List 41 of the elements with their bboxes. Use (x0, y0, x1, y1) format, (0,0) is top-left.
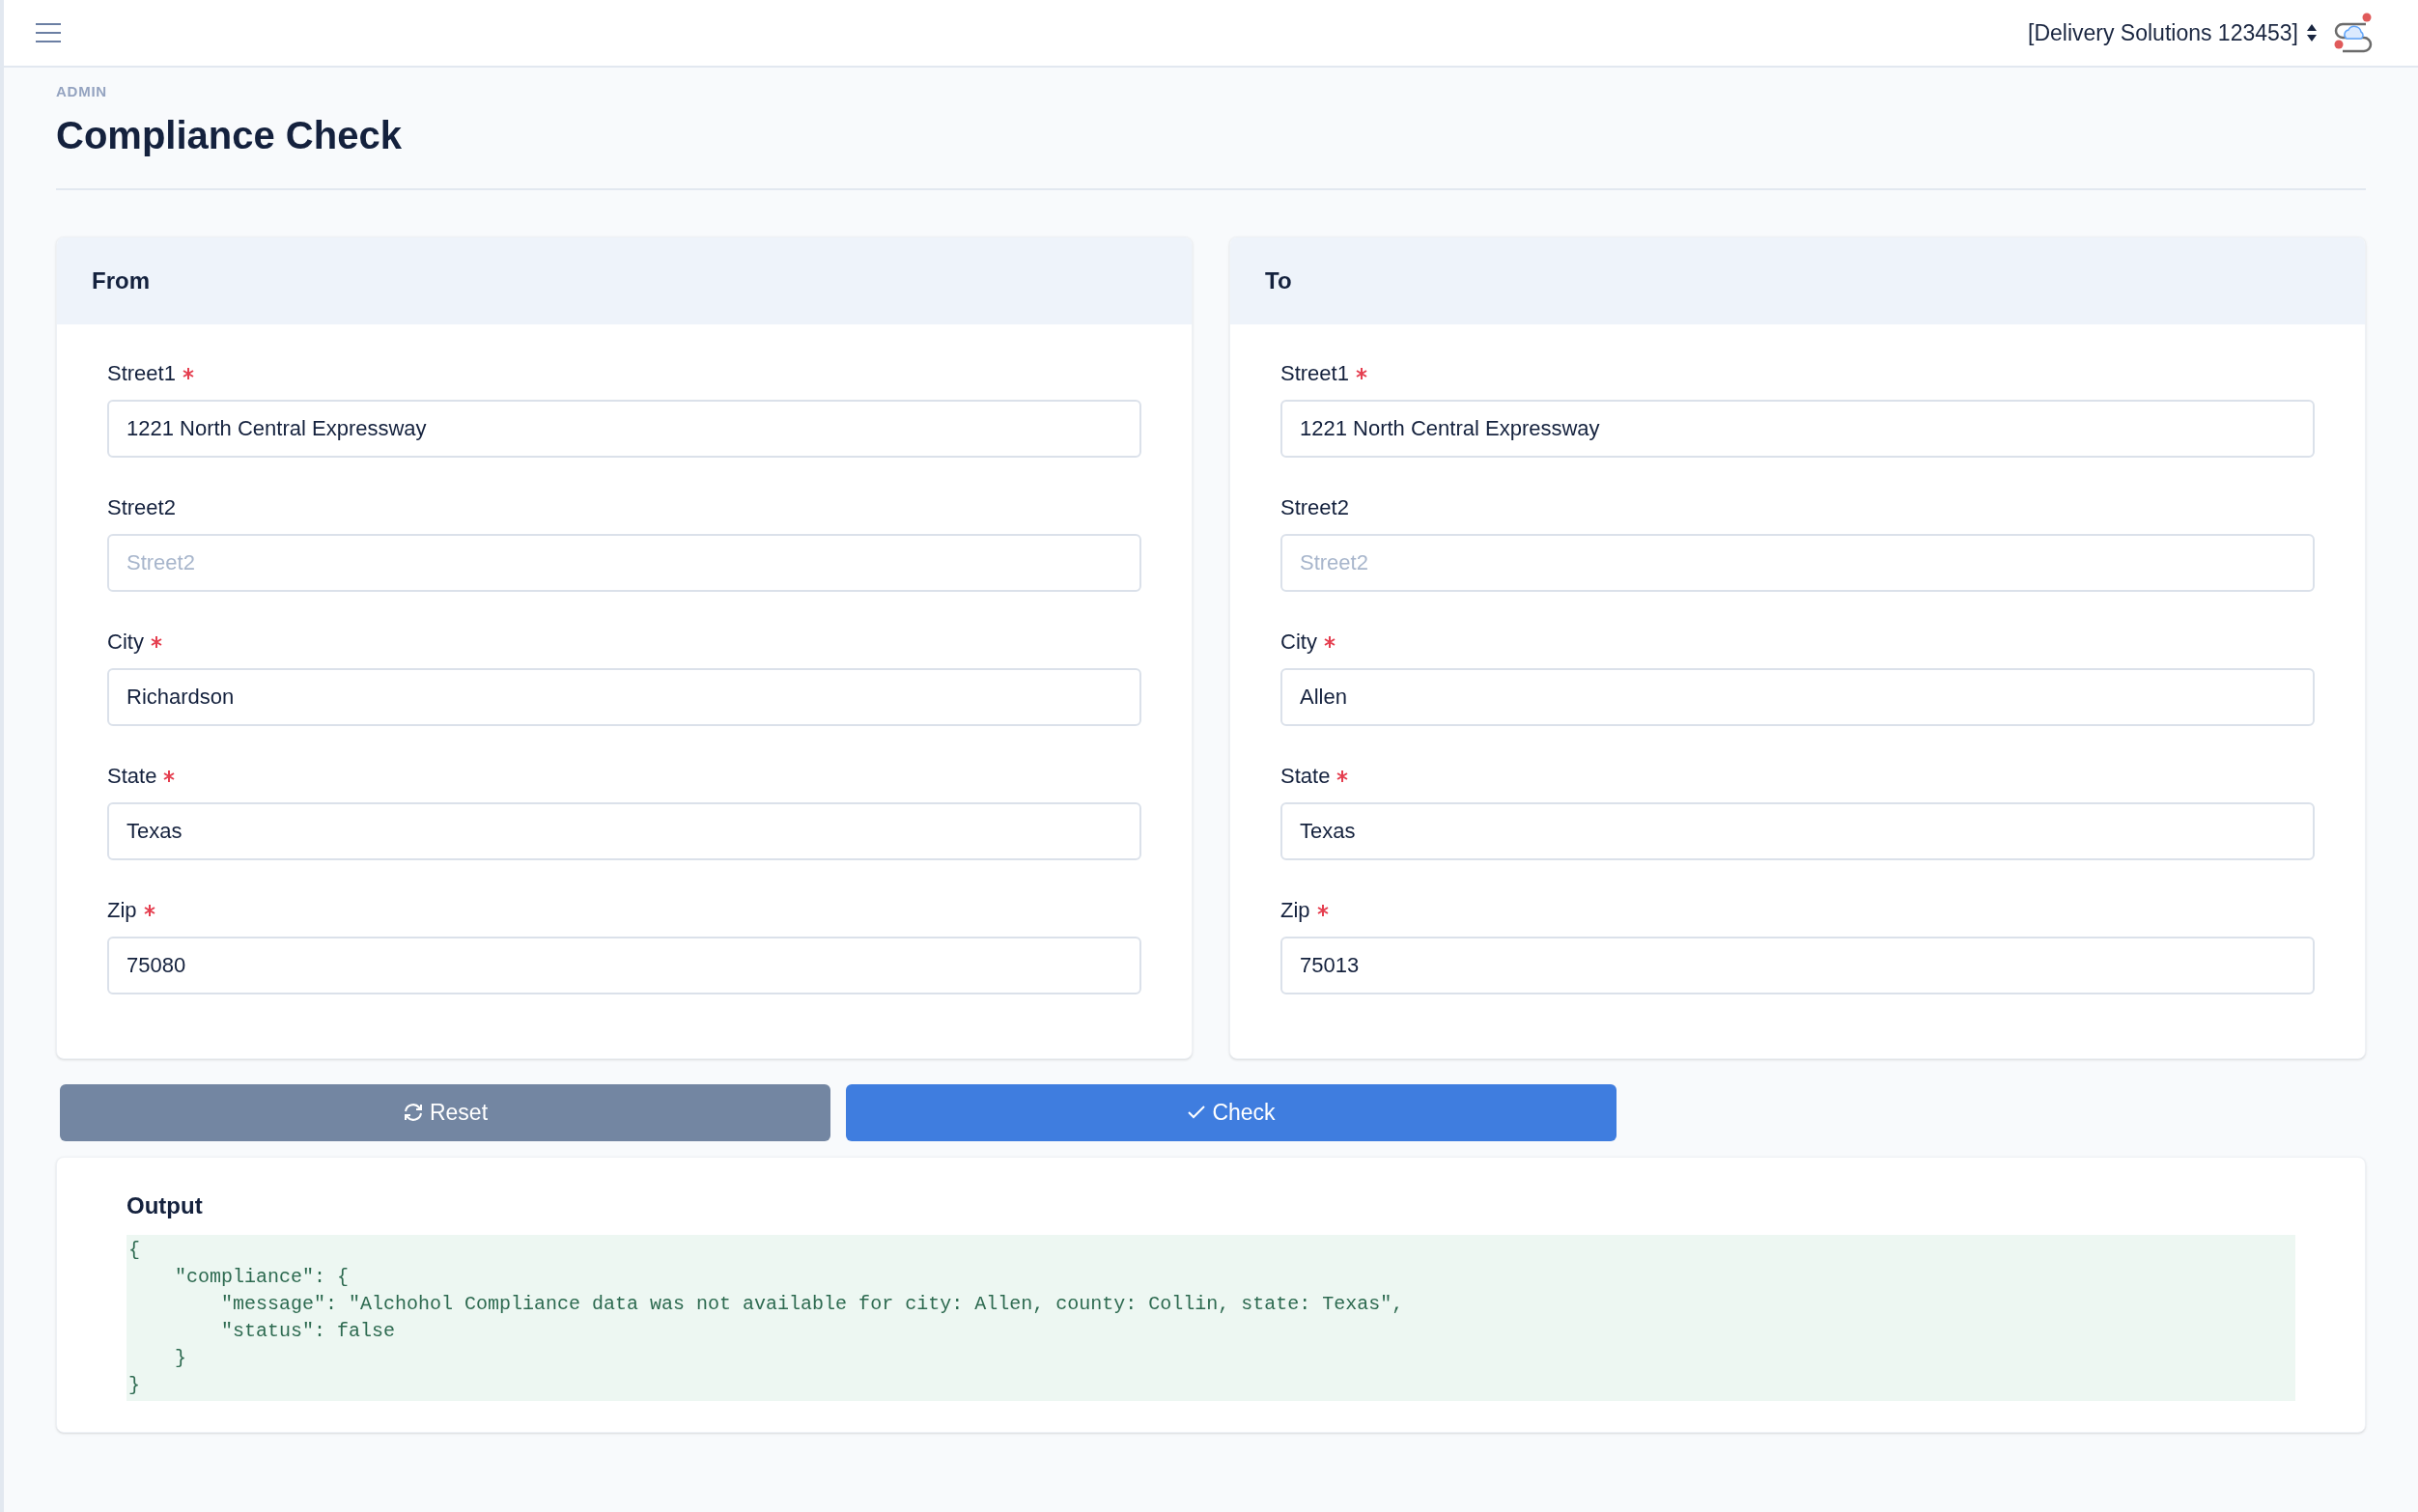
breadcrumb: ADMIN (56, 82, 107, 101)
field-label: State (1280, 763, 1331, 790)
required-asterisk-icon (1322, 634, 1336, 649)
page-title: Compliance Check (56, 112, 402, 158)
required-asterisk-icon (142, 903, 156, 917)
required-asterisk-icon (162, 769, 177, 783)
text-field[interactable]: Texas (1280, 801, 2315, 860)
output-title: Output (127, 1190, 203, 1220)
sort-caret-icon (2306, 23, 2318, 42)
text-field[interactable]: Richardson (107, 667, 1141, 726)
text-field[interactable]: Allen (1280, 667, 2315, 726)
card-title: From (92, 266, 150, 295)
check-button[interactable]: Check (846, 1083, 1617, 1141)
text-field[interactable]: 1221 North Central Expressway (1280, 399, 2315, 458)
account-selector[interactable]: [Delivery Solutions 123453] (2028, 15, 2318, 50)
text-field[interactable]: 75080 (107, 936, 1141, 994)
text-field[interactable]: 1221 North Central Expressway (107, 399, 1141, 458)
text-field[interactable]: Street2 (1280, 533, 2315, 592)
card-title: To (1265, 266, 1292, 295)
required-asterisk-icon (181, 366, 195, 380)
text-field[interactable]: Texas (107, 801, 1141, 860)
check-icon (1187, 1105, 1207, 1120)
text-field[interactable]: Street2 (107, 533, 1141, 592)
refresh-icon (402, 1102, 424, 1123)
required-asterisk-icon (1315, 903, 1330, 917)
field-label: Zip (107, 897, 137, 924)
field-label: Street2 (107, 494, 176, 521)
field-label: Street1 (107, 360, 176, 387)
text-field[interactable]: 75013 (1280, 936, 2315, 994)
field-label: City (107, 629, 144, 656)
field-label: Street2 (1280, 494, 1349, 521)
menu-icon[interactable] (35, 22, 62, 43)
required-asterisk-icon (1354, 366, 1368, 380)
reset-button[interactable]: Reset (60, 1083, 830, 1141)
field-label: Street1 (1280, 360, 1349, 387)
field-label: State (107, 763, 157, 790)
field-label: Zip (1280, 897, 1310, 924)
output-code: { "compliance": { "message": "Alchohol Compliance data was not available for city: Allen, county: Collin, state: Texas", "status": false } } (127, 1234, 2295, 1401)
field-label: City (1280, 629, 1317, 656)
required-asterisk-icon (1336, 769, 1350, 783)
required-asterisk-icon (149, 634, 163, 649)
